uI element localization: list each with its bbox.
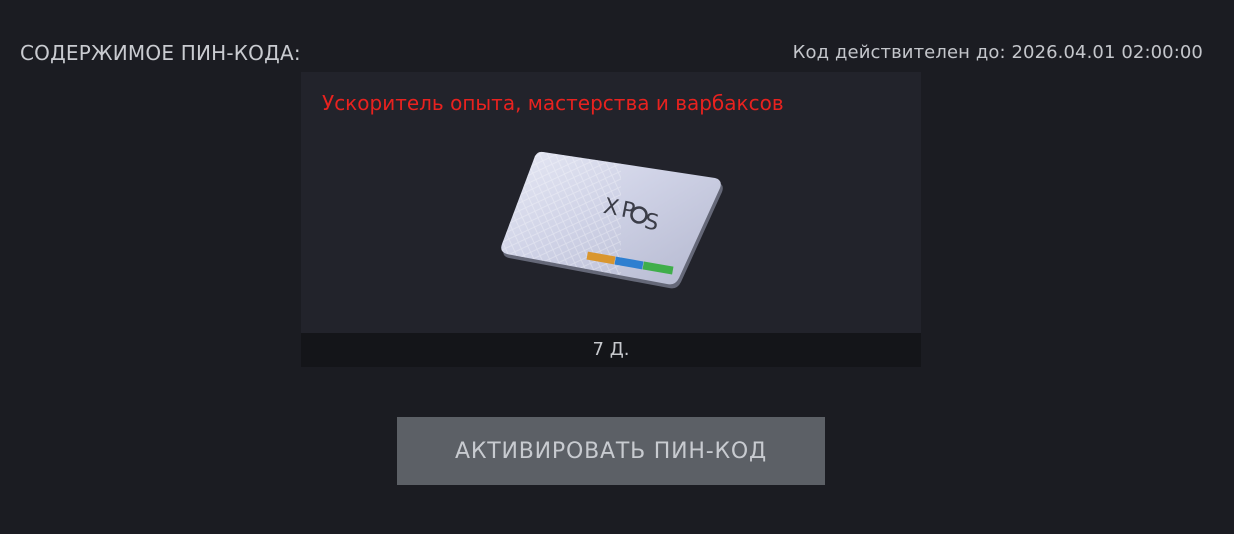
pin-item-card: Ускоритель опыта, мастерства и варбаксов xyxy=(301,72,921,367)
pin-code-page: СОДЕРЖИМОЕ ПИН-КОДА: Код действителен до… xyxy=(0,0,1234,534)
item-duration: 7 Д. xyxy=(301,333,921,367)
expiry-date: Код действителен до: 2026.04.01 02:00:00 xyxy=(792,42,1203,63)
item-name: Ускоритель опыта, мастерства и варбаксов xyxy=(322,91,784,115)
page-title: СОДЕРЖИМОЕ ПИН-КОДА: xyxy=(20,41,301,65)
booster-card-icon: XP S xyxy=(501,151,723,289)
activate-pin-button[interactable]: АКТИВИРОВАТЬ ПИН-КОД xyxy=(397,417,825,485)
item-image-area: Ускоритель опыта, мастерства и варбаксов xyxy=(301,72,921,333)
